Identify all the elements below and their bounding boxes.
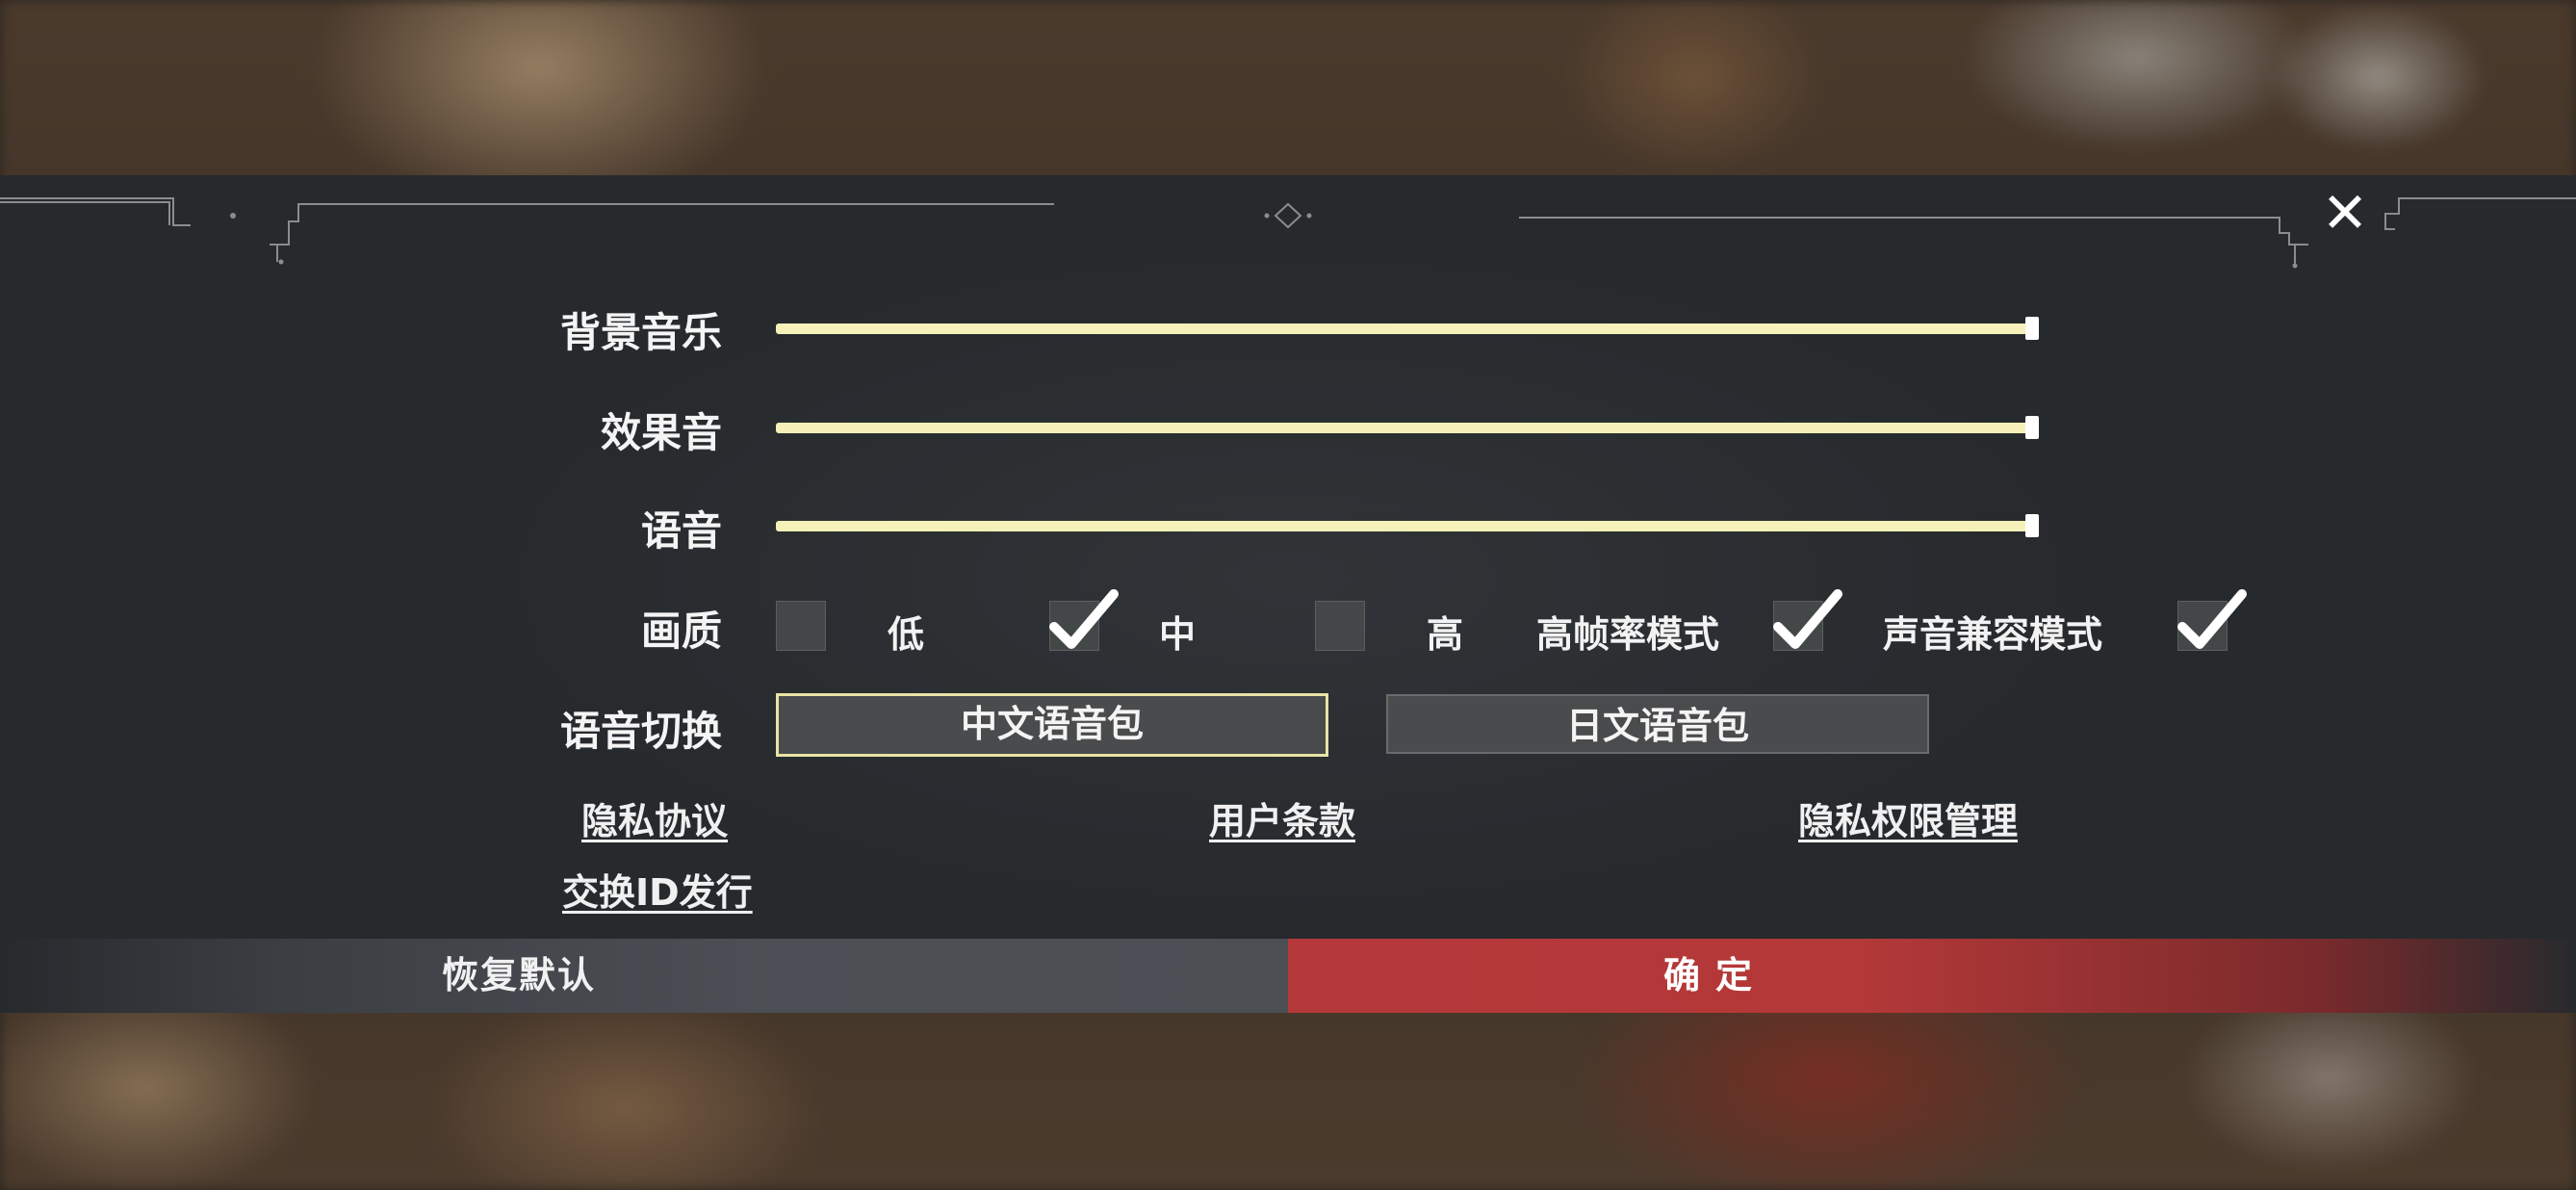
close-icon[interactable]: ✕	[2318, 185, 2372, 241]
quality-high-checkbox[interactable]	[1315, 601, 1365, 651]
bgm-slider-thumb[interactable]	[2025, 317, 2039, 340]
japanese-voice-pack-button[interactable]: 日文语音包	[1386, 694, 1929, 754]
sfx-label: 效果音	[600, 409, 722, 456]
bgm-label: 背景音乐	[559, 309, 722, 356]
high-fps-label: 高帧率模式	[1536, 613, 1720, 656]
quality-low-label: 低	[888, 613, 925, 656]
sfx-slider-thumb[interactable]	[2025, 416, 2039, 439]
audio-compat-checkbox[interactable]	[2177, 589, 2247, 651]
chinese-voice-pack-button[interactable]: 中文语音包	[776, 693, 1328, 757]
checkmark-icon	[1049, 589, 1119, 649]
quality-label: 画质	[640, 608, 722, 655]
voice-slider-thumb[interactable]	[2025, 514, 2039, 537]
user-terms-link[interactable]: 用户条款	[1209, 791, 1355, 844]
panel-frame-ornament	[0, 197, 2576, 269]
audio-compat-label: 声音兼容模式	[1883, 613, 2103, 656]
reset-default-label: 恢复默认	[441, 954, 596, 996]
confirm-label: 确定	[1662, 954, 1767, 996]
privacy-agreement-link[interactable]: 隐私协议	[581, 791, 728, 844]
bgm-slider[interactable]	[776, 314, 2039, 343]
voice-label: 语音	[640, 507, 722, 555]
high-fps-checkbox[interactable]	[1773, 589, 1842, 651]
quality-high-label: 高	[1427, 613, 1464, 656]
voice-slider[interactable]	[776, 511, 2039, 540]
privacy-permissions-link[interactable]: 隐私权限管理	[1798, 791, 2018, 844]
checkmark-icon	[1773, 589, 1842, 649]
quality-medium-label: 中	[1159, 613, 1197, 656]
confirm-button[interactable]: 确定	[1288, 939, 2576, 1013]
checkmark-icon	[2177, 589, 2247, 649]
quality-medium-checkbox[interactable]	[1049, 589, 1119, 651]
sfx-slider[interactable]	[776, 413, 2039, 442]
reset-default-button[interactable]: 恢复默认	[0, 939, 1288, 1013]
exchange-id-link[interactable]: 交换ID发行	[562, 863, 753, 916]
voice-switch-label: 语音切换	[559, 708, 722, 755]
quality-low-checkbox[interactable]	[776, 601, 826, 651]
